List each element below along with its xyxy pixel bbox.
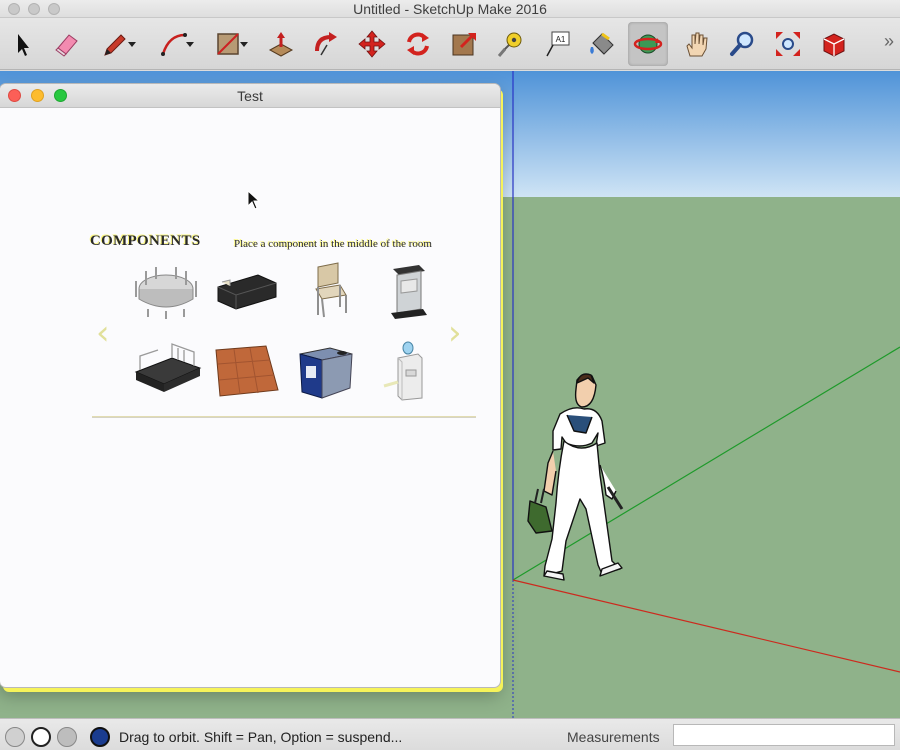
zoom-tool-button[interactable] [722,22,762,66]
dialog-title-bar[interactable]: Test [0,84,500,108]
measurements-label: Measurements [567,729,660,745]
dialog-content: COMPONENTS Place a component in the midd… [0,108,500,687]
paint-bucket-tool-icon [590,32,614,55]
text-tool-badge: A1 [556,35,566,44]
rotate-tool-button[interactable] [398,22,438,66]
component-metal-chair[interactable] [288,259,368,321]
component-black-sofa[interactable] [206,259,286,321]
recycling-bin-icon [299,347,353,399]
podium-icon [391,265,427,319]
status-bar: Drag to orbit. Shift = Pan, Option = sus… [0,718,900,750]
select-tool-button[interactable] [2,22,42,66]
orbit-tool-icon [633,34,663,54]
carousel-prev-arrow[interactable]: ‹ [96,313,110,353]
scale-tool-button[interactable] [444,22,484,66]
chevron-down-icon[interactable] [186,42,194,47]
chevron-down-icon[interactable] [128,42,136,47]
sketchup-app: Untitled - SketchUp Make 2016 A1 » Test … [0,0,900,750]
components-divider [92,416,476,418]
select-tool-icon [18,34,29,56]
warehouse-tool-icon [823,33,845,57]
component-water-cooler[interactable] [368,340,448,402]
user-account-icon[interactable] [57,727,77,747]
eraser-tool-icon [55,34,78,57]
measurements-input[interactable] [673,724,895,746]
push-pull-tool-icon [268,32,294,57]
stage-icon [134,343,202,392]
chevron-down-icon[interactable] [240,42,248,47]
rotate-tool-icon [407,32,429,56]
water-cooler-icon [383,341,423,401]
components-heading: COMPONENTS [90,233,201,249]
mouse-pointer-icon [247,190,261,210]
geo-location-icon[interactable] [5,727,25,747]
follow-me-tool-button[interactable] [306,22,346,66]
move-tool-button[interactable] [352,22,392,66]
text-tool-button[interactable]: A1 [536,22,576,66]
toolbar-overflow-button[interactable]: » [884,31,894,52]
line-tool-button[interactable] [96,22,136,66]
title-bar: Untitled - SketchUp Make 2016 [0,0,900,18]
credits-info-icon[interactable] [31,727,51,747]
component-round-table-with-chairs[interactable] [126,259,206,321]
zoom-tool-icon [730,31,754,56]
follow-me-tool-icon [315,32,337,56]
paint-bucket-tool-button[interactable] [582,22,622,66]
arc-tool-icon [161,33,187,56]
tape-measure-tool-button[interactable] [490,22,530,66]
instructor-help-icon[interactable] [90,727,110,747]
move-tool-icon [358,30,386,58]
warehouse-tool-button[interactable] [814,22,854,66]
shape-tool-icon [217,33,239,55]
pan-tool-button[interactable] [676,22,716,66]
tape-measure-tool-icon [497,32,522,57]
status-message: Drag to orbit. Shift = Pan, Option = sus… [119,729,403,745]
component-blue-recycling-bin[interactable] [286,340,366,402]
window-title: Untitled - SketchUp Make 2016 [353,1,547,17]
components-instruction: Place a component in the middle of the r… [234,238,432,250]
carousel-next-arrow[interactable]: › [448,313,462,353]
main-toolbar: A1 » [0,18,900,70]
shape-tool-button[interactable] [208,22,248,66]
orbit-tool-button[interactable] [628,22,668,66]
sofa-icon [217,274,277,310]
zoom-extents-tool-button[interactable] [768,22,808,66]
scale-tool-icon [452,32,476,56]
text-tool-icon: A1 [546,31,570,57]
round-table-icon [135,267,197,319]
line-tool-icon [104,34,126,56]
arc-tool-button[interactable] [154,22,194,66]
zoom-extents-tool-icon [776,32,800,56]
component-stage-platform[interactable] [128,340,208,402]
dialog-title: Test [237,88,263,104]
push-pull-tool-button[interactable] [261,22,301,66]
eraser-tool-button[interactable] [47,22,87,66]
floor-tile-icon [215,345,279,397]
pan-tool-icon [686,32,708,57]
component-wooden-floor-tile[interactable] [206,340,286,402]
component-podium-lectern[interactable] [367,259,447,321]
web-dialog-window: Test COMPONENTS Place a component in the… [0,84,500,687]
chair-icon [315,262,347,318]
